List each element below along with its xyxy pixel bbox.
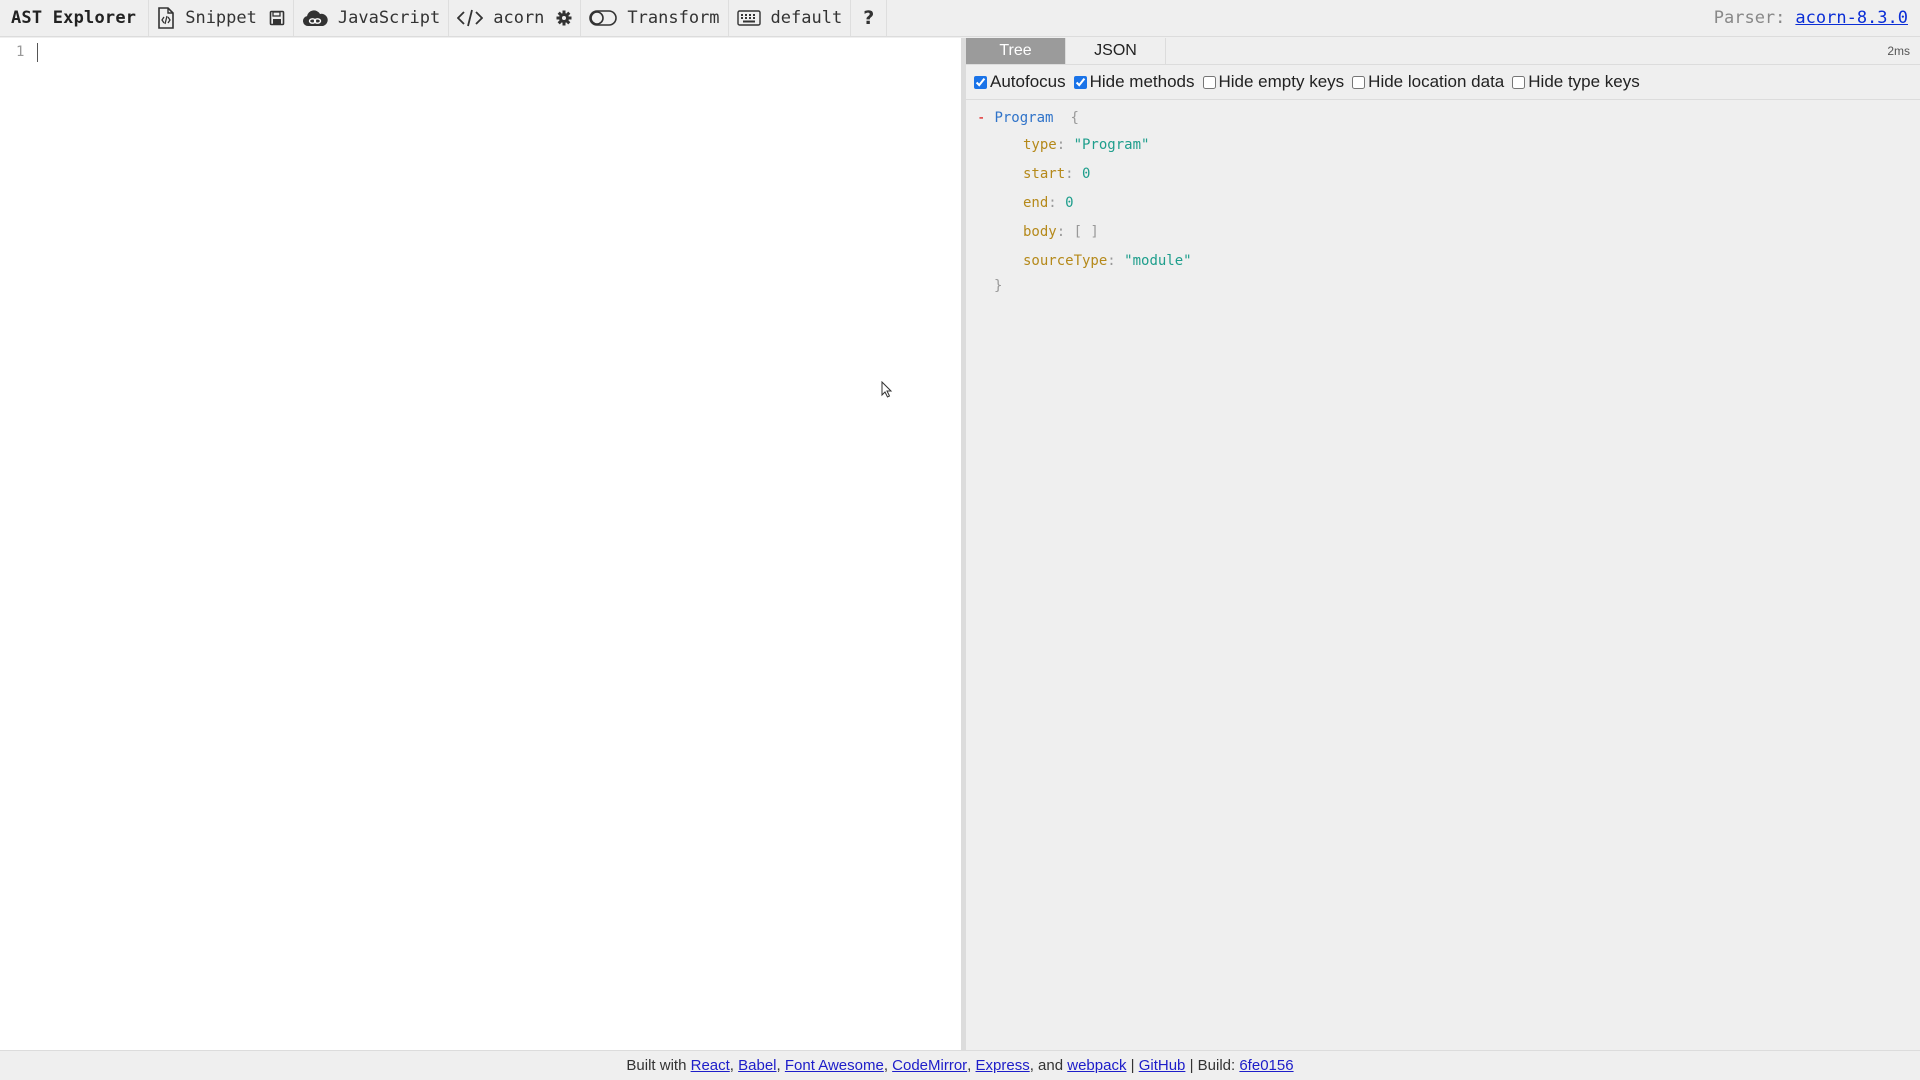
ast-tree: - Program { type: "Program" start: 0 end…	[966, 100, 1920, 297]
line-number: 1	[16, 44, 25, 60]
tree-property: type: "Program"	[1023, 136, 1150, 153]
option-hide-methods[interactable]: Hide methods	[1073, 72, 1195, 92]
toggle-off-icon	[589, 9, 618, 27]
option-hide-type-keys[interactable]: Hide type keys	[1512, 72, 1640, 92]
save-button[interactable]	[265, 0, 293, 36]
help-button[interactable]: ?	[850, 0, 888, 36]
tab-tree[interactable]: Tree	[966, 38, 1066, 64]
build-label: Build:	[1197, 1057, 1236, 1074]
hide-type-keys-label: Hide type keys	[1528, 72, 1640, 91]
font-awesome-link[interactable]: Font Awesome	[785, 1057, 884, 1074]
separator: |	[1130, 1057, 1135, 1074]
hide-location-data-checkbox[interactable]	[1352, 75, 1366, 89]
floppy-disk-icon	[269, 10, 285, 26]
parser-menu[interactable]: acorn	[448, 0, 552, 36]
property-key: end	[1023, 194, 1049, 211]
separator: |	[1189, 1057, 1194, 1074]
footer-prefix: Built with	[626, 1057, 687, 1074]
code-editor[interactable]: 1	[0, 38, 961, 1050]
express-link[interactable]: Express	[976, 1057, 1030, 1074]
hide-empty-keys-label: Hide empty keys	[1218, 72, 1345, 91]
codemirror-link[interactable]: CodeMirror	[892, 1057, 967, 1074]
tree-property: sourceType: "module"	[1023, 252, 1192, 269]
hide-empty-keys-checkbox[interactable]	[1202, 75, 1216, 89]
close-brace: }	[994, 278, 1003, 294]
keymap-label: default	[770, 8, 843, 28]
babel-link[interactable]: Babel	[738, 1057, 776, 1074]
output-panel: Tree JSON 2ms Autofocus Hide methods Hid…	[966, 38, 1920, 1050]
open-brace: {	[1070, 110, 1079, 126]
transform-toggle[interactable]: Transform	[580, 0, 727, 36]
toolbar: AST Explorer Snippet JavaScript acorn Tr…	[0, 0, 1920, 37]
property-key: start	[1023, 165, 1066, 182]
parse-time: 2ms	[1887, 44, 1910, 58]
hide-location-data-label: Hide location data	[1368, 72, 1505, 91]
parser-prefix: Parser:	[1713, 8, 1786, 28]
parser-version-link[interactable]: acorn-8.3.0	[1795, 8, 1908, 28]
snippet-menu[interactable]: Snippet	[148, 0, 265, 36]
keyboard-icon	[736, 10, 761, 26]
collapse-toggle[interactable]: -	[977, 110, 985, 126]
property-value: "module"	[1124, 252, 1192, 269]
property-value: "Program"	[1073, 136, 1150, 153]
snippet-label: Snippet	[185, 8, 257, 28]
language-label: JavaScript	[337, 8, 441, 28]
node-type-name[interactable]: Program	[994, 110, 1053, 126]
webpack-link[interactable]: webpack	[1067, 1057, 1126, 1074]
parser-info: Parser: acorn-8.3.0	[1714, 0, 1920, 36]
hide-methods-label: Hide methods	[1089, 72, 1195, 91]
github-link[interactable]: GitHub	[1139, 1057, 1186, 1074]
tree-property: end: 0	[1023, 194, 1074, 211]
hide-type-keys-checkbox[interactable]	[1512, 75, 1526, 89]
keymap-menu[interactable]: default	[727, 0, 851, 36]
gear-icon	[556, 10, 572, 26]
transform-label: Transform	[627, 8, 720, 28]
autofocus-checkbox[interactable]	[974, 75, 987, 89]
file-code-icon	[157, 7, 175, 29]
parser-label: acorn	[493, 8, 545, 28]
language-menu[interactable]: JavaScript	[292, 0, 448, 36]
react-link[interactable]: React	[691, 1057, 730, 1074]
cloud-icon	[302, 9, 328, 27]
tab-json[interactable]: JSON	[1066, 38, 1166, 64]
output-tabs: Tree JSON 2ms	[966, 38, 1920, 65]
close-brace-row: }	[977, 275, 1920, 297]
text-cursor	[37, 43, 38, 62]
question-icon: ?	[863, 7, 875, 29]
parser-settings-button[interactable]	[552, 0, 580, 36]
property-key: sourceType	[1023, 252, 1108, 269]
and-text: , and	[1029, 1057, 1064, 1074]
tree-node-program[interactable]: - Program {	[977, 106, 1920, 130]
footer: Built with React, Babel, Font Awesome, C…	[0, 1050, 1920, 1080]
editor-gutter	[0, 38, 30, 1050]
property-value: 0	[1065, 194, 1074, 211]
app-title: AST Explorer	[11, 8, 137, 28]
autofocus-label: Autofocus	[990, 72, 1066, 91]
property-value: [ ]	[1073, 223, 1099, 240]
mouse-pointer-icon	[881, 380, 893, 404]
build-hash-link[interactable]: 6fe0156	[1239, 1057, 1293, 1074]
hide-methods-checkbox[interactable]	[1073, 75, 1087, 89]
code-icon	[457, 9, 484, 27]
property-key: body	[1023, 223, 1057, 240]
tree-property: body: [ ]	[1023, 223, 1099, 240]
option-autofocus[interactable]: Autofocus	[974, 72, 1066, 92]
tree-options: Autofocus Hide methods Hide empty keys H…	[966, 65, 1920, 100]
tree-property: start: 0	[1023, 165, 1091, 182]
option-hide-empty-keys[interactable]: Hide empty keys	[1202, 72, 1345, 92]
property-key: type	[1023, 136, 1057, 153]
option-hide-location-data[interactable]: Hide location data	[1352, 72, 1504, 92]
property-value: 0	[1082, 165, 1091, 182]
